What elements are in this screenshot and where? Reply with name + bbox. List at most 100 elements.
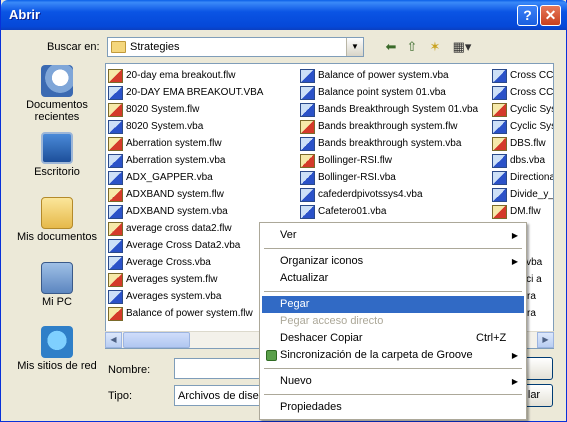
place-recent[interactable]: Documentos recientes bbox=[11, 65, 103, 123]
file-name: dbs.vba bbox=[510, 155, 546, 166]
lookin-value: Strategies bbox=[130, 41, 180, 53]
vba-file-icon bbox=[108, 205, 123, 219]
window-title: Abrir bbox=[9, 7, 41, 22]
vba-file-icon bbox=[108, 239, 123, 253]
menu-item-ver[interactable]: Ver ▶ bbox=[262, 227, 524, 244]
place-desktop[interactable]: Escritorio bbox=[11, 132, 103, 178]
file-item[interactable]: Average Cross.vba bbox=[108, 255, 263, 272]
file-item[interactable]: Cafetero01.vba bbox=[300, 204, 478, 221]
file-item[interactable]: ADX_GAPPER.vba bbox=[108, 170, 263, 187]
file-item[interactable]: Aberration system.vba bbox=[108, 153, 263, 170]
place-label: Mi PC bbox=[42, 296, 72, 308]
recent-documents-icon bbox=[41, 65, 73, 97]
file-item[interactable]: 8020 System.flw bbox=[108, 102, 263, 119]
flw-file-icon bbox=[492, 205, 507, 219]
file-item[interactable]: Cross CCI bbox=[492, 85, 554, 102]
file-name: 8020 System.vba bbox=[126, 121, 204, 132]
title-bar[interactable]: Abrir ? ✕ bbox=[1, 0, 567, 30]
file-name: Bollinger-RSI.flw bbox=[318, 155, 392, 166]
submenu-arrow-icon: ▶ bbox=[511, 231, 518, 240]
file-name: DBS.flw bbox=[510, 138, 546, 149]
file-column: Balance of power system.vba Balance point… bbox=[300, 68, 478, 221]
flw-file-icon bbox=[108, 273, 123, 287]
file-item[interactable]: DM.flw bbox=[492, 204, 553, 221]
up-folder-icon[interactable]: ⇧ bbox=[402, 37, 422, 57]
view-menu-icon[interactable]: ▦▾ bbox=[450, 37, 474, 57]
file-item[interactable]: Bollinger-RSI.flw bbox=[300, 153, 478, 170]
file-item[interactable]: 20-day ema breakout.flw bbox=[108, 68, 263, 85]
file-name: Cafetero01.vba bbox=[318, 206, 387, 217]
chevron-down-icon[interactable]: ▼ bbox=[346, 38, 363, 56]
vba-file-icon bbox=[300, 69, 315, 83]
vba-file-icon bbox=[108, 171, 123, 185]
place-my-computer[interactable]: Mi PC bbox=[11, 262, 103, 308]
scroll-thumb[interactable] bbox=[123, 332, 190, 348]
menu-item-nuevo[interactable]: Nuevo ▶ bbox=[262, 373, 524, 390]
vba-file-icon bbox=[300, 205, 315, 219]
help-button[interactable]: ? bbox=[517, 5, 538, 26]
vba-file-icon bbox=[108, 120, 123, 134]
menu-item-propiedades[interactable]: Propiedades bbox=[262, 399, 524, 416]
file-name: ADXBAND system.flw bbox=[126, 189, 224, 200]
file-item[interactable]: Aberration system.flw bbox=[108, 136, 263, 153]
file-item[interactable]: Averages system.flw bbox=[108, 272, 263, 289]
file-item[interactable]: 8020 System.vba bbox=[108, 119, 263, 136]
vba-file-icon bbox=[492, 188, 507, 202]
file-item[interactable]: Balance of power system.vba bbox=[300, 68, 478, 85]
file-item[interactable]: Balance point system 01.vba bbox=[300, 85, 478, 102]
file-item[interactable]: average cross data2.flw bbox=[108, 221, 263, 238]
submenu-arrow-icon: ▶ bbox=[511, 351, 518, 360]
network-places-icon bbox=[41, 326, 73, 358]
file-name: Averages system.vba bbox=[126, 291, 222, 302]
open-dialog: Abrir ? ✕ Buscar en: Strategies ▼ ⬅ ⇧ ✶ … bbox=[0, 0, 567, 422]
flw-file-icon bbox=[492, 137, 507, 151]
file-item[interactable]: ADXBAND system.flw bbox=[108, 187, 263, 204]
file-item[interactable]: Averages system.vba bbox=[108, 289, 263, 306]
file-item[interactable]: Bands breakthrough system.vba bbox=[300, 136, 478, 153]
place-label: Mis sitios de red bbox=[17, 360, 97, 372]
file-name: Cross CCI bbox=[510, 87, 554, 98]
scroll-left-icon[interactable]: ◀ bbox=[105, 332, 122, 348]
lookin-combo[interactable]: Strategies ▼ bbox=[107, 37, 364, 57]
file-item[interactable]: Cyclic Sys bbox=[492, 102, 553, 119]
file-item[interactable]: DBS.flw bbox=[492, 136, 553, 153]
place-my-documents[interactable]: Mis documentos bbox=[11, 197, 103, 243]
file-item[interactable]: Bollinger-RSI.vba bbox=[300, 170, 478, 187]
file-name: DM.flw bbox=[510, 206, 541, 217]
menu-item-groove-sync[interactable]: Sincronización de la carpeta de Groove ▶ bbox=[262, 347, 524, 364]
file-item[interactable]: Directional bbox=[492, 170, 553, 187]
flw-file-icon bbox=[108, 188, 123, 202]
file-item[interactable]: Bands Breakthrough System 01.vba bbox=[300, 102, 478, 119]
close-button[interactable]: ✕ bbox=[540, 5, 561, 26]
place-label: Mis documentos bbox=[16, 231, 98, 243]
file-name: Cross CCI bbox=[510, 70, 554, 81]
file-item[interactable]: Average Cross Data2.vba bbox=[108, 238, 263, 255]
place-label: Documentos recientes bbox=[26, 99, 88, 123]
file-item[interactable]: Balance of power system.flw bbox=[108, 306, 263, 323]
menu-separator bbox=[264, 368, 522, 369]
place-network[interactable]: Mis sitios de red bbox=[11, 326, 103, 372]
file-item[interactable]: Cyclic Sys bbox=[492, 119, 554, 136]
menu-item-deshacer-copiar[interactable]: Deshacer Copiar Ctrl+Z bbox=[262, 330, 524, 347]
vba-file-icon bbox=[492, 69, 507, 83]
file-item[interactable]: Cross CCI bbox=[492, 68, 554, 85]
file-item[interactable]: dbs.vba bbox=[492, 153, 553, 170]
file-item[interactable]: Bands breakthrough system.flw bbox=[300, 119, 478, 136]
menu-item-organizar-iconos[interactable]: Organizar iconos ▶ bbox=[262, 253, 524, 270]
file-item[interactable]: Divide_y_ bbox=[492, 187, 553, 204]
file-name: 20-day ema breakout.flw bbox=[126, 70, 236, 81]
new-folder-icon[interactable]: ✶ bbox=[425, 37, 445, 57]
context-menu: Ver ▶ Organizar iconos ▶ Actualizar Pegar … bbox=[259, 222, 527, 420]
file-name: 8020 System.flw bbox=[126, 104, 200, 115]
menu-item-pegar[interactable]: Pegar bbox=[262, 296, 524, 313]
scroll-right-icon[interactable]: ▶ bbox=[537, 332, 554, 348]
menu-separator bbox=[264, 291, 522, 292]
file-name: Cyclic Sys bbox=[510, 121, 554, 132]
menu-item-pegar-acceso-directo: Pegar acceso directo bbox=[280, 315, 384, 327]
menu-item-actualizar[interactable]: Actualizar bbox=[262, 270, 524, 287]
back-icon[interactable]: ⬅ bbox=[381, 37, 401, 57]
file-item[interactable]: ADXBAND system.vba bbox=[108, 204, 263, 221]
file-item[interactable]: cafederdpivotssys4.vba bbox=[300, 187, 478, 204]
shortcut-label: Ctrl+Z bbox=[476, 332, 507, 344]
file-item[interactable]: 20-DAY EMA BREAKOUT.VBA bbox=[108, 85, 263, 102]
